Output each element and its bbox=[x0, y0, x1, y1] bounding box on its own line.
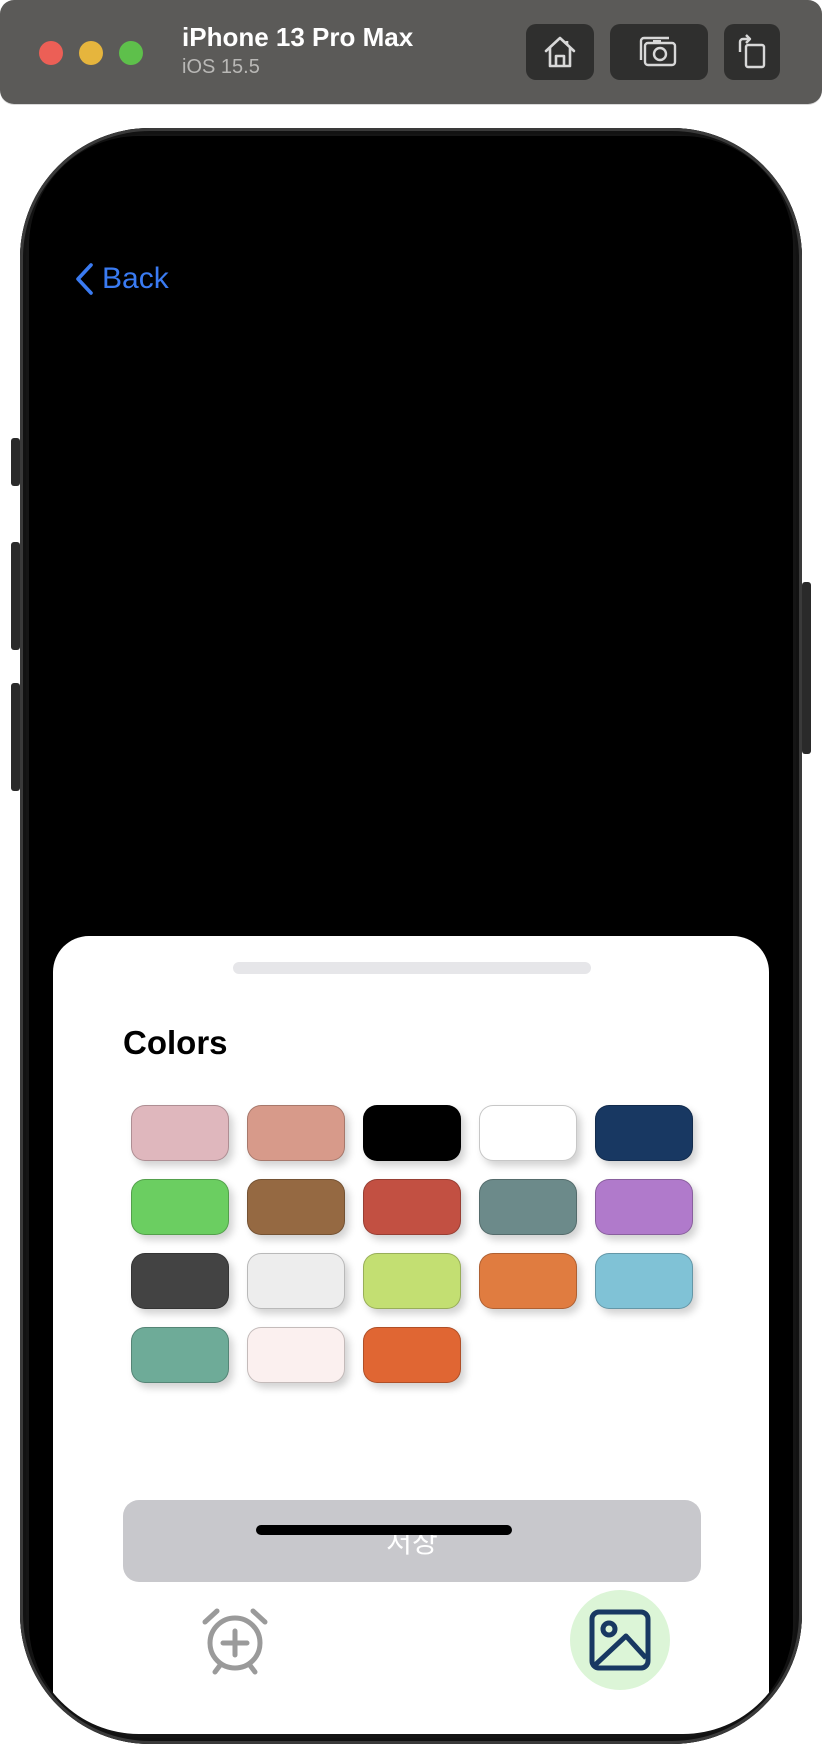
screenshot-button[interactable] bbox=[610, 24, 708, 80]
color-swatch[interactable] bbox=[479, 1179, 577, 1235]
color-swatch[interactable] bbox=[247, 1327, 345, 1383]
simulator-toolbar: iPhone 13 Pro Max iOS 15.5 bbox=[0, 0, 822, 104]
zoom-window-button[interactable] bbox=[119, 41, 143, 65]
color-swatch[interactable] bbox=[479, 1253, 577, 1309]
rotate-button[interactable] bbox=[724, 24, 780, 80]
close-window-button[interactable] bbox=[39, 41, 63, 65]
color-swatch[interactable] bbox=[363, 1179, 461, 1235]
device-name: iPhone 13 Pro Max bbox=[182, 22, 414, 52]
color-swatch[interactable] bbox=[131, 1105, 229, 1161]
color-swatch[interactable] bbox=[247, 1105, 345, 1161]
os-version: iOS 15.5 bbox=[182, 56, 260, 78]
color-swatch[interactable] bbox=[595, 1179, 693, 1235]
chevron-left-icon bbox=[76, 263, 93, 295]
volume-up-button bbox=[11, 542, 20, 650]
home-icon bbox=[544, 36, 576, 68]
photo-icon bbox=[589, 1609, 651, 1671]
tab-gallery[interactable] bbox=[570, 1590, 670, 1690]
power-button bbox=[802, 582, 811, 754]
color-swatch[interactable] bbox=[363, 1253, 461, 1309]
back-button[interactable]: Back bbox=[74, 262, 169, 296]
screenshot-icon bbox=[639, 36, 677, 67]
sheet-grabber[interactable] bbox=[233, 962, 591, 974]
volume-down-button bbox=[11, 683, 20, 791]
color-swatch[interactable] bbox=[363, 1327, 461, 1383]
color-swatch[interactable] bbox=[479, 1105, 577, 1161]
color-swatch[interactable] bbox=[595, 1105, 693, 1161]
rotate-icon bbox=[738, 34, 766, 69]
mute-switch bbox=[11, 438, 20, 486]
device-screen: Back Colors 저장 bbox=[29, 136, 793, 1734]
alarm-add-icon bbox=[202, 1608, 268, 1675]
sheet-title: Colors bbox=[123, 1024, 228, 1061]
color-swatch[interactable] bbox=[131, 1179, 229, 1235]
save-button[interactable]: 저장 bbox=[123, 1500, 701, 1582]
home-button[interactable] bbox=[526, 24, 594, 80]
tab-alarm[interactable] bbox=[197, 1606, 273, 1678]
color-swatch[interactable] bbox=[595, 1253, 693, 1309]
back-label: Back bbox=[102, 262, 169, 295]
minimize-window-button[interactable] bbox=[79, 41, 103, 65]
color-swatch[interactable] bbox=[363, 1105, 461, 1161]
color-swatch[interactable] bbox=[131, 1253, 229, 1309]
color-swatch-grid bbox=[131, 1105, 693, 1383]
color-picker-sheet: Colors 저장 bbox=[53, 936, 769, 1734]
home-indicator bbox=[256, 1525, 512, 1535]
color-swatch[interactable] bbox=[247, 1253, 345, 1309]
color-swatch[interactable] bbox=[131, 1327, 229, 1383]
color-swatch[interactable] bbox=[247, 1179, 345, 1235]
